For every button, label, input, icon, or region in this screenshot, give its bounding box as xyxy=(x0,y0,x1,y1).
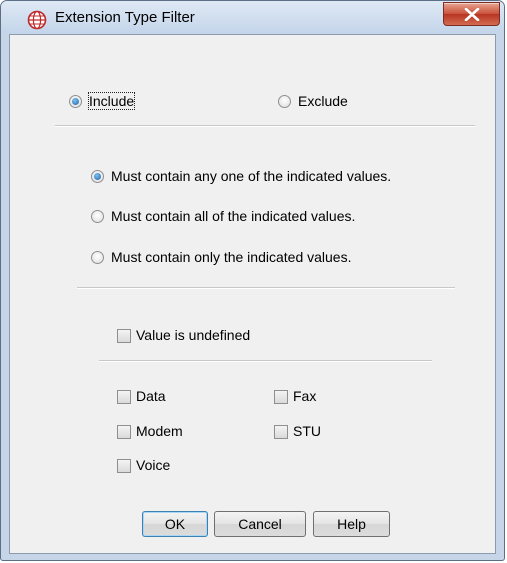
stu-label: STU xyxy=(293,423,321,439)
separator xyxy=(55,125,475,127)
separator xyxy=(77,287,455,289)
match-any-radio[interactable] xyxy=(91,170,104,183)
modem-label: Modem xyxy=(136,423,183,439)
ok-button[interactable]: OK xyxy=(142,511,208,537)
close-icon xyxy=(464,8,480,21)
match-only-label: Must contain only the indicated values. xyxy=(111,249,352,265)
voice-label: Voice xyxy=(136,457,171,473)
modem-checkbox[interactable] xyxy=(117,425,131,439)
match-only-radio[interactable] xyxy=(91,251,104,264)
voice-checkbox[interactable] xyxy=(117,459,131,473)
data-label: Data xyxy=(136,388,166,404)
include-label: Include xyxy=(87,92,136,110)
exclude-label: Exclude xyxy=(298,93,348,109)
globe-icon xyxy=(27,10,47,30)
window-title: Extension Type Filter xyxy=(55,9,195,26)
data-checkbox[interactable] xyxy=(117,390,131,404)
dialog-window: Extension Type Filter Include Exclude Mu… xyxy=(0,0,505,561)
title-bar[interactable]: Extension Type Filter xyxy=(1,1,504,33)
cancel-button[interactable]: Cancel xyxy=(214,511,306,537)
undefined-checkbox[interactable] xyxy=(117,329,131,343)
close-button[interactable] xyxy=(443,2,500,26)
stu-checkbox[interactable] xyxy=(274,425,288,439)
exclude-radio[interactable] xyxy=(278,95,291,108)
help-button[interactable]: Help xyxy=(313,511,390,537)
match-any-label: Must contain any one of the indicated va… xyxy=(111,168,392,184)
fax-label: Fax xyxy=(293,388,317,404)
match-all-label: Must contain all of the indicated values… xyxy=(111,208,356,224)
include-radio[interactable] xyxy=(69,95,82,108)
match-all-radio[interactable] xyxy=(91,210,104,223)
undefined-label: Value is undefined xyxy=(136,327,251,343)
dialog-content: Include Exclude Must contain any one of … xyxy=(9,34,496,554)
fax-checkbox[interactable] xyxy=(274,390,288,404)
separator xyxy=(99,360,432,362)
